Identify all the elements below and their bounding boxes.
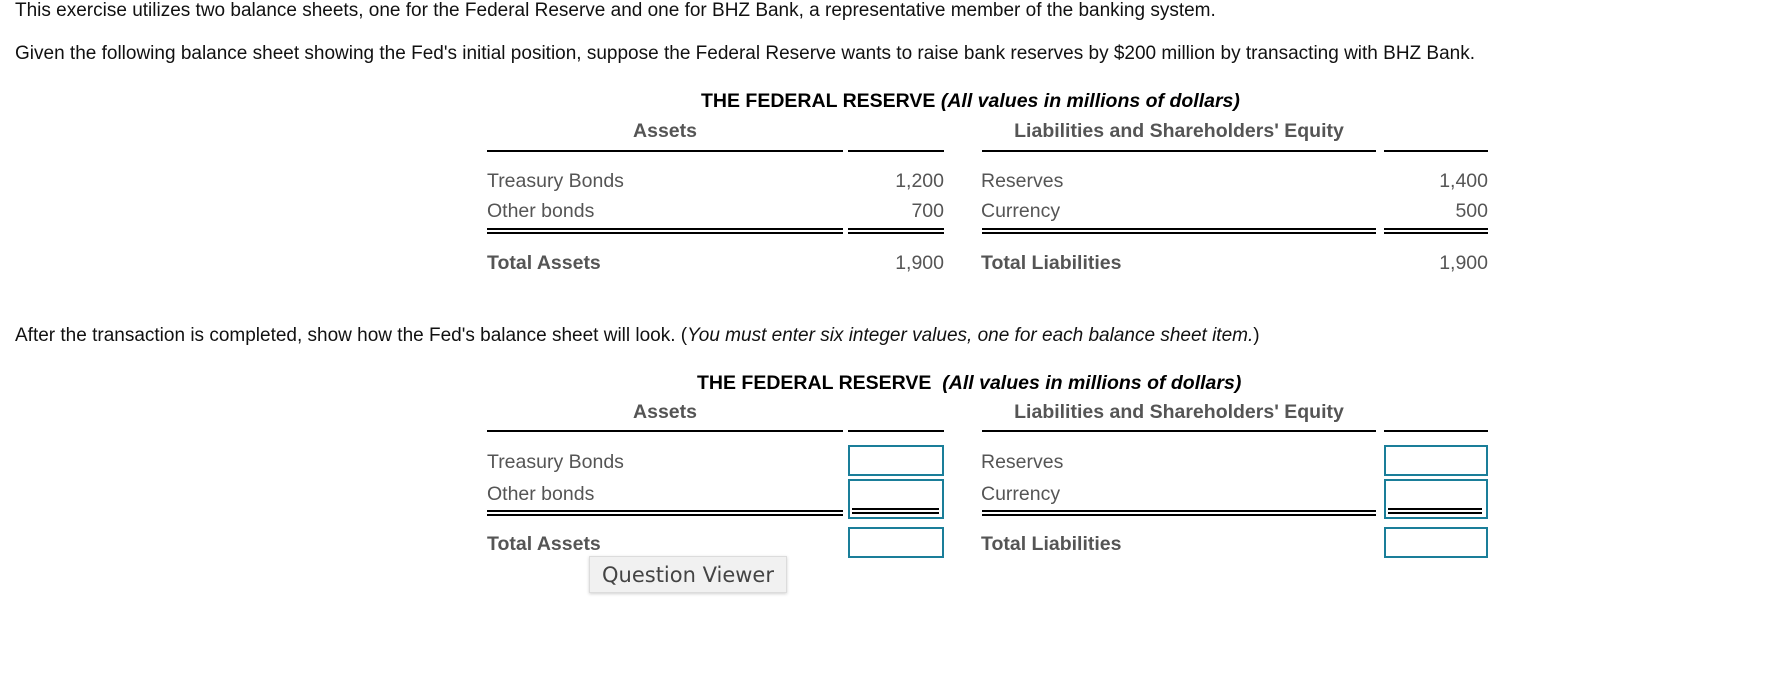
treasury-bonds-input[interactable]	[848, 445, 944, 476]
total-double-rule	[982, 228, 1376, 234]
header-rule	[982, 150, 1376, 152]
instruction-main: After the transaction is completed, show…	[15, 325, 688, 346]
answer-sheet-title: THE FEDERAL RESERVE (All values in milli…	[697, 372, 1241, 395]
answer-total-liabilities-label: Total Liabilities	[981, 533, 1122, 555]
answer-total-assets-label: Total Assets	[487, 533, 601, 555]
total-assets-input[interactable]	[848, 527, 944, 558]
asset-value-other-bonds: 700	[911, 200, 944, 222]
header-rule	[1384, 150, 1488, 152]
initial-sheet-title: THE FEDERAL RESERVE (All values in milli…	[701, 90, 1240, 113]
initial-assets-header: Assets	[633, 120, 697, 142]
total-double-rule	[848, 228, 944, 234]
total-liabilities-value: 1,900	[1439, 252, 1488, 274]
answer-assets-header: Assets	[633, 401, 697, 423]
instruction-close: )	[1253, 325, 1260, 346]
intro-paragraph-1: This exercise utilizes two balance sheet…	[15, 0, 1216, 21]
header-rule	[982, 430, 1376, 432]
liability-value-reserves: 1,400	[1439, 170, 1488, 192]
header-rule	[848, 150, 944, 152]
other-bonds-input[interactable]	[848, 479, 944, 519]
answer-sheet-title-text: THE FEDERAL RESERVE	[697, 372, 932, 394]
asset-label-other-bonds: Other bonds	[487, 200, 595, 222]
answer-liability-label-currency: Currency	[981, 483, 1061, 505]
header-rule	[487, 430, 843, 432]
total-double-rule	[982, 510, 1376, 516]
asset-value-treasury-bonds: 1,200	[895, 170, 944, 192]
initial-sheet-title-text: THE FEDERAL RESERVE	[701, 90, 936, 112]
liability-value-currency: 500	[1455, 200, 1488, 222]
total-double-rule	[487, 228, 843, 234]
total-liabilities-input[interactable]	[1384, 527, 1488, 558]
total-double-rule	[1384, 228, 1488, 234]
instruction-text: After the transaction is completed, show…	[15, 325, 1260, 347]
answer-asset-label-treasury-bonds: Treasury Bonds	[487, 451, 624, 473]
answer-liabilities-header: Liabilities and Shareholders' Equity	[1014, 401, 1344, 423]
currency-input[interactable]	[1384, 479, 1488, 519]
total-double-rule	[487, 510, 843, 516]
initial-sheet-subtitle: (All values in millions of dollars)	[940, 90, 1240, 112]
header-rule	[487, 150, 843, 152]
question-viewer-tooltip: Question Viewer	[589, 556, 787, 593]
total-assets-value: 1,900	[895, 252, 944, 274]
answer-liability-label-reserves: Reserves	[981, 451, 1064, 473]
total-assets-label: Total Assets	[487, 252, 601, 274]
initial-liabilities-header: Liabilities and Shareholders' Equity	[1014, 120, 1344, 142]
answer-asset-label-other-bonds: Other bonds	[487, 483, 595, 505]
liability-label-reserves: Reserves	[981, 170, 1064, 192]
answer-sheet-subtitle: (All values in millions of dollars)	[942, 372, 1242, 394]
instruction-italic: You must enter six integer values, one f…	[687, 325, 1254, 346]
asset-label-treasury-bonds: Treasury Bonds	[487, 170, 624, 192]
intro-paragraph-2: Given the following balance sheet showin…	[15, 43, 1476, 64]
liability-label-currency: Currency	[981, 200, 1061, 222]
header-rule	[1384, 430, 1488, 432]
header-rule	[848, 430, 944, 432]
total-liabilities-label: Total Liabilities	[981, 252, 1122, 274]
reserves-input[interactable]	[1384, 445, 1488, 476]
